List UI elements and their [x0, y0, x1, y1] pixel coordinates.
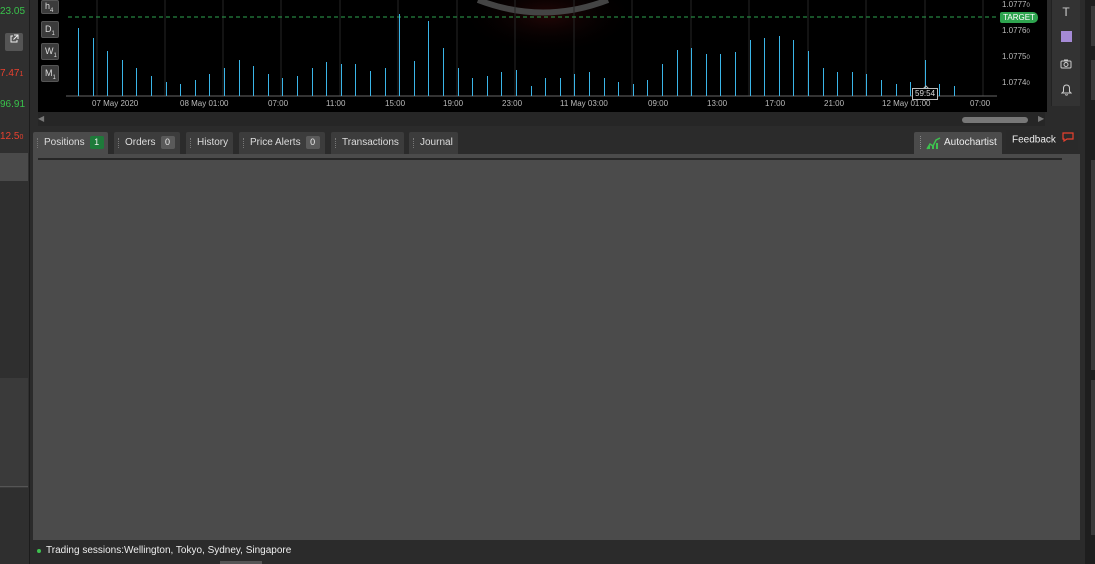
scrollbar-thumb[interactable]: [962, 117, 1028, 123]
color-swatch-icon[interactable]: [1052, 26, 1080, 50]
time-tick-label: 11:00: [326, 99, 346, 108]
tab-price-alerts[interactable]: Price Alerts 0: [239, 132, 325, 154]
chart-canvas: [66, 0, 998, 97]
tab-journal[interactable]: Journal: [409, 132, 458, 154]
price-value: 23.05: [0, 6, 26, 17]
timeframe-d1-button[interactable]: D1: [41, 21, 59, 38]
external-link-icon[interactable]: [5, 33, 23, 51]
tab-orders[interactable]: Orders 0: [114, 132, 180, 154]
scroll-right-icon[interactable]: ▶: [1038, 114, 1044, 123]
target-label: TARGET: [1000, 12, 1038, 23]
trading-sessions-text: Trading sessions:Wellington, Tokyo, Sydn…: [46, 545, 292, 556]
speech-bubble-icon: [1062, 130, 1074, 150]
bell-icon[interactable]: [1052, 80, 1080, 104]
time-tick-label: 17:00: [765, 99, 786, 108]
time-tick-label: 08 May 01:00: [180, 99, 229, 108]
feedback-button[interactable]: Feedback: [1006, 130, 1078, 150]
timeframe-m1-button[interactable]: M1: [41, 65, 59, 82]
time-tick-label: 21:00: [824, 99, 845, 108]
time-tick-label: 09:00: [648, 99, 669, 108]
volume-chart[interactable]: [38, 0, 1045, 112]
tab-positions[interactable]: Positions 1: [33, 132, 108, 154]
positions-panel: [33, 154, 1080, 540]
drag-handle: [920, 136, 923, 149]
time-tick-label: 15:00: [385, 99, 406, 108]
time-tick-label: 23:00: [502, 99, 523, 108]
time-tick-label: 13:00: [707, 99, 728, 108]
time-tick-label: 07 May 2020: [92, 99, 139, 108]
camera-icon[interactable]: [1052, 53, 1080, 77]
tab-transactions[interactable]: Transactions: [331, 132, 404, 154]
price-alerts-count-badge: 0: [305, 136, 320, 149]
price-tick-label: 1.07760: [1002, 26, 1030, 35]
price-tick-label: 1.07770: [1002, 0, 1030, 9]
chart-glow: [458, 0, 638, 55]
autochartist-button[interactable]: Autochartist: [914, 132, 1002, 154]
watchlist-strip: 23.05 7.471 96.91 12.50: [0, 0, 30, 564]
watchlist-selected-row[interactable]: [0, 153, 28, 181]
time-tick-label: 07:00: [970, 99, 991, 108]
time-tick-label: 12 May 01:00: [882, 99, 931, 108]
scroll-left-icon[interactable]: ◀: [38, 114, 44, 123]
time-tick-label: 11 May 03:00: [560, 99, 608, 108]
right-edge-panel: [1085, 0, 1095, 564]
panel-header-divider: [38, 158, 1062, 160]
price-value: 7.471: [0, 68, 24, 79]
timeframe-h4-button[interactable]: h4: [41, 0, 59, 14]
session-status-dot: [37, 549, 41, 553]
watchlist-section: [0, 378, 28, 488]
price-value: 96.91: [0, 99, 26, 110]
price-tick-label: 1.07750: [1002, 52, 1030, 61]
positions-count-badge: 1: [89, 136, 104, 149]
price-value: 12.50: [0, 131, 24, 142]
orders-count-badge: 0: [160, 136, 175, 149]
text-icon[interactable]: T: [1052, 0, 1080, 24]
time-tick-label: 19:00: [443, 99, 464, 108]
timeframe-w1-button[interactable]: W1: [41, 43, 59, 60]
tab-history[interactable]: History: [186, 132, 233, 154]
candle-countdown: 59:54: [912, 88, 939, 100]
chart-scrollbar[interactable]: [38, 112, 1045, 126]
divider: [0, 486, 28, 487]
time-tick-label: 07:00: [268, 99, 289, 108]
status-bar: Trading sessions:Wellington, Tokyo, Sydn…: [33, 542, 1080, 560]
price-tick-label: 1.07740: [1002, 78, 1030, 87]
chart-tools-toolbar: T: [1051, 0, 1080, 106]
